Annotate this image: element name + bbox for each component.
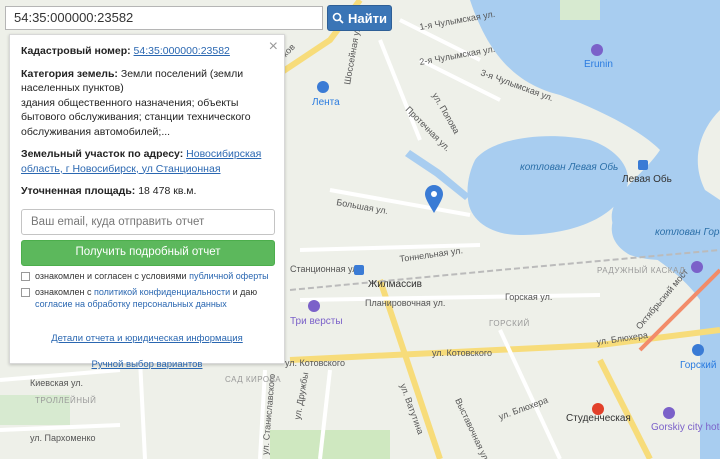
search-icon bbox=[332, 12, 344, 24]
district-label: ГОРСКИЙ bbox=[489, 319, 530, 328]
poi-label: Gorskiy city hotel bbox=[651, 422, 720, 433]
get-report-button[interactable]: Получить подробный отчет bbox=[21, 239, 275, 266]
train-icon bbox=[354, 265, 364, 275]
shop-icon bbox=[317, 81, 329, 93]
privacy-checkbox[interactable] bbox=[21, 287, 30, 297]
street-label: ул. Пархоменко bbox=[30, 433, 96, 443]
cadastral-search-input[interactable]: 54:35:000000:23582 bbox=[5, 6, 323, 30]
poi-label: Три версты bbox=[290, 316, 343, 327]
water-label: котлован Горский bbox=[655, 227, 720, 238]
poi-icon bbox=[308, 300, 320, 312]
area-row: Уточненная площадь: 18 478 кв.м. bbox=[21, 184, 273, 199]
cadastral-label: Кадастровый номер: bbox=[21, 45, 131, 57]
water-label: котлован Левая Обь bbox=[520, 161, 618, 173]
poi-icon bbox=[591, 44, 603, 56]
street-label: Киевская ул. bbox=[30, 378, 83, 388]
category-row: Категория земель: Земли поселений (земли… bbox=[21, 67, 273, 140]
consent-text: ознакомлен с bbox=[35, 286, 92, 297]
district-label: ТРОЛЛЕЙНЫЙ bbox=[35, 396, 96, 405]
consent-text: ознакомлен и согласен с условиями bbox=[35, 270, 187, 281]
search-button[interactable]: Найти bbox=[327, 5, 392, 31]
park-area bbox=[270, 430, 390, 459]
street-label: Станционная ул. bbox=[290, 264, 360, 274]
cadastral-link[interactable]: 54:35:000000:23582 bbox=[134, 45, 230, 57]
district-label: САД КИРОВА bbox=[225, 375, 281, 384]
address-label: Земельный участок по адресу: bbox=[21, 148, 184, 160]
poi-label: Лента bbox=[312, 97, 340, 108]
street-label: Горская ул. bbox=[505, 292, 552, 302]
poi-label: Erunin bbox=[584, 59, 613, 70]
data-consent-link[interactable]: согласие на обработку персональных данны… bbox=[35, 299, 227, 309]
poi-label: Жилмассив bbox=[368, 279, 422, 290]
consent-privacy-row: ознакомлен с политикой конфиденциальност… bbox=[21, 286, 273, 310]
sport-icon bbox=[691, 261, 703, 273]
close-icon[interactable]: × bbox=[269, 39, 278, 55]
privacy-link[interactable]: политикой конфиденциальности bbox=[94, 287, 230, 297]
offer-link[interactable]: публичной оферты bbox=[189, 271, 269, 281]
offer-checkbox[interactable] bbox=[21, 271, 30, 281]
email-field[interactable]: Ваш email, куда отправить отчет bbox=[21, 208, 275, 235]
consent-text: и даю bbox=[232, 286, 258, 297]
street-label: Планировочная ул. bbox=[365, 298, 445, 308]
parcel-info-panel: × Кадастровый номер: 54:35:000000:23582 … bbox=[9, 34, 285, 370]
manual-selection-link[interactable]: Ручной выбор вариантов bbox=[21, 358, 273, 373]
street-label: ул. Котовского bbox=[432, 348, 492, 358]
poi-label: Студенческая bbox=[566, 413, 631, 424]
hotel-icon bbox=[663, 407, 675, 419]
cadastral-row: Кадастровый номер: 54:35:000000:23582 bbox=[21, 44, 273, 59]
address-row: Земельный участок по адресу: Новосибирск… bbox=[21, 147, 273, 176]
area-label: Уточненная площадь: bbox=[21, 185, 136, 197]
category-label: Категория земель: bbox=[21, 67, 118, 80]
area-value: 18 478 кв.м. bbox=[138, 185, 197, 197]
street-label: ул. Котовского bbox=[285, 358, 345, 368]
poi-label: Левая Обь bbox=[622, 173, 672, 185]
category-detail: здания общественного назначения; объекты… bbox=[21, 96, 251, 138]
details-link[interactable]: Детали отчета и юридическая информация bbox=[21, 332, 273, 347]
search-button-label: Найти bbox=[348, 10, 387, 26]
poi-icon bbox=[692, 344, 704, 356]
park-area bbox=[560, 0, 600, 20]
train-icon bbox=[638, 160, 648, 170]
poi-label: Горский bbox=[680, 360, 716, 371]
consent-offer-row: ознакомлен и согласен с условиями публич… bbox=[21, 270, 273, 282]
district-label: РАДУЖНЫЙ КАСКАД bbox=[597, 266, 685, 275]
